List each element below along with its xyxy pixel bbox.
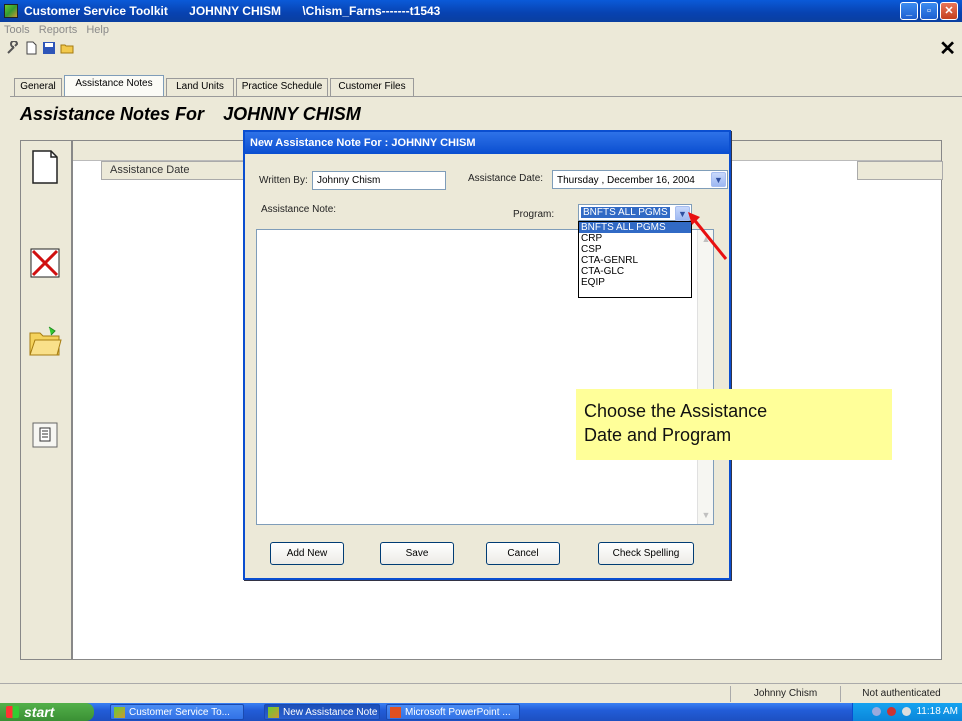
minimize-button[interactable]: _ [900,2,918,20]
volume-icon[interactable] [901,706,911,716]
task-label: New Assistance Note ... [283,707,380,718]
action-icon-strip [20,140,72,660]
tab-practice-schedule[interactable]: Practice Schedule [236,78,328,96]
task-customer-service[interactable]: Customer Service To... [110,704,244,720]
task-label: Customer Service To... [129,707,230,718]
assistance-date-value: Thursday , December 16, 2004 [557,175,695,186]
status-auth: Not authenticated [840,686,962,702]
new-note-icon[interactable] [27,149,63,185]
red-arrow-annotation [688,212,728,260]
dialog-title: New Assistance Note For : JOHNNY CHISM [245,132,729,154]
program-option[interactable]: CSP [579,244,691,255]
check-spelling-button[interactable]: Check Spelling [598,542,694,565]
program-option[interactable]: CTA-GENRL [579,255,691,266]
menu-reports[interactable]: Reports [39,24,78,36]
task-new-assistance-note[interactable]: New Assistance Note ... [264,704,380,720]
tab-land-units[interactable]: Land Units [166,78,234,96]
app-icon [268,707,279,718]
page-title-label: Assistance Notes For [20,104,205,124]
program-option[interactable]: CRP [579,233,691,244]
page-title: Assistance Notes For JOHNNY CHISM [20,104,361,125]
status-bar: Johnny Chism Not authenticated [0,683,962,703]
grid-header-filler [857,161,943,180]
written-by-label: Written By: [259,175,308,186]
window-title: Customer Service Toolkit JOHNNY CHISM \C… [24,4,458,18]
chevron-down-icon[interactable]: ▼ [711,172,726,187]
wrench-icon[interactable] [6,41,20,55]
assistance-date-label: Assistance Date: [468,173,544,184]
note-scrollbar[interactable]: ▲ ▼ [697,230,713,524]
app-icon [4,4,18,18]
program-option[interactable]: EQIP [579,277,691,288]
callout-line-2: Date and Program [584,425,732,445]
network-icon[interactable] [872,706,882,716]
title-bar: Customer Service Toolkit JOHNNY CHISM \C… [0,0,962,22]
program-select[interactable]: BNFTS ALL PGMS ▼ [578,204,692,221]
powerpoint-icon [390,707,401,718]
open-note-folder-icon[interactable] [27,323,63,359]
tab-general[interactable]: General [14,78,62,96]
taskbar: start Customer Service To... New Assista… [0,703,962,721]
start-label: start [24,704,55,720]
program-label: Program: [513,209,555,220]
assistance-date-picker[interactable]: Thursday , December 16, 2004 ▼ [552,170,728,189]
security-icon[interactable] [886,706,896,716]
tab-customer-files[interactable]: Customer Files [330,78,414,96]
menu-help[interactable]: Help [86,24,109,36]
maximize-button[interactable]: ▫ [920,2,938,20]
start-button[interactable]: start [0,703,94,721]
title-path: \Chism_Farns-------t1543 [302,4,441,18]
title-customer: JOHNNY CHISM [189,4,281,18]
program-option[interactable]: BNFTS ALL PGMS [579,222,691,233]
system-tray: 11:18 AM [852,703,962,721]
callout-line-1: Choose the Assistance [584,401,768,421]
cancel-button[interactable]: Cancel [486,542,560,565]
windows-logo-icon [6,706,19,718]
instruction-callout: Choose the Assistance Date and Program [576,389,892,460]
close-window-button[interactable]: ✕ [940,2,958,20]
new-document-icon[interactable] [24,41,38,55]
save-button[interactable]: Save [380,542,454,565]
toolbar [0,38,962,58]
program-dropdown-list: BNFTS ALL PGMS CRP CSP CTA-GENRL CTA-GLC… [578,221,692,298]
delete-note-icon[interactable] [27,245,63,281]
add-new-button[interactable]: Add New [270,542,344,565]
program-option[interactable]: CTA-GLC [579,266,691,277]
task-label: Microsoft PowerPoint ... [405,707,511,718]
save-icon[interactable] [42,41,56,55]
task-powerpoint[interactable]: Microsoft PowerPoint ... [386,704,520,720]
program-selected-value: BNFTS ALL PGMS [581,207,670,218]
menu-tools[interactable]: Tools [4,24,30,36]
new-assistance-note-dialog: New Assistance Note For : JOHNNY CHISM W… [243,130,731,580]
app-icon [114,707,125,718]
assistance-note-label: Assistance Note: [261,204,337,215]
app-title: Customer Service Toolkit [24,4,168,18]
status-user: Johnny Chism [730,686,840,702]
close-tab-icon[interactable]: ✕ [939,39,956,59]
open-folder-icon[interactable] [60,41,74,55]
page-title-name: JOHNNY CHISM [223,104,361,124]
clock: 11:18 AM [916,706,958,717]
scroll-down-icon[interactable]: ▼ [699,508,713,522]
written-by-field[interactable]: Johnny Chism [312,171,446,190]
print-note-icon[interactable] [27,417,63,453]
menu-bar: Tools Reports Help [0,22,962,38]
tab-assistance-notes[interactable]: Assistance Notes [64,75,164,96]
